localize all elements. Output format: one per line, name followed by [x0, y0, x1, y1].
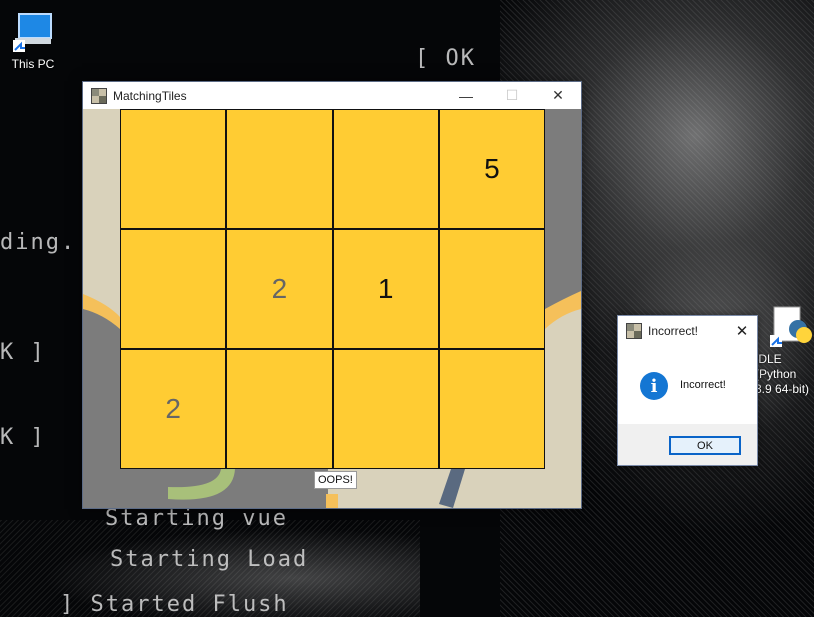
wallpaper-text-line: K ]: [0, 340, 46, 365]
ok-button[interactable]: OK: [669, 436, 741, 455]
dialog-body: i Incorrect!: [618, 346, 757, 424]
desktop-icon-label: This PC: [11, 57, 55, 71]
wallpaper-text-line: ding.: [0, 230, 77, 255]
status-label: OOPS!: [314, 471, 357, 489]
matching-tiles-window: MatchingTiles — ☐ ✕ 5 2 1 2 OOPS!: [82, 81, 582, 509]
minimize-button[interactable]: —: [443, 82, 489, 109]
dialog-footer: OK: [618, 424, 757, 465]
window-titlebar[interactable]: MatchingTiles — ☐ ✕: [83, 82, 581, 109]
wallpaper-text-line: ] Started Flush: [60, 592, 289, 617]
tile[interactable]: [439, 350, 544, 468]
tile[interactable]: [333, 110, 438, 228]
tile[interactable]: [227, 350, 332, 468]
desktop-icon-label: IDLE (Python 3.9 64-bit): [755, 352, 810, 396]
wallpaper-text-line: Starting Load: [110, 547, 309, 572]
tile[interactable]: [439, 230, 544, 348]
dialog-message: Incorrect!: [680, 379, 726, 391]
tile[interactable]: 1: [333, 230, 438, 348]
info-icon: i: [640, 372, 668, 400]
maximize-button[interactable]: ☐: [489, 82, 535, 109]
tile[interactable]: [121, 110, 226, 228]
tile[interactable]: 2: [121, 350, 226, 468]
app-icon: [91, 87, 107, 104]
tile-grid: 5 2 1 2: [120, 109, 545, 469]
dialog-titlebar[interactable]: Incorrect! ✕: [618, 316, 757, 346]
incorrect-dialog: Incorrect! ✕ i Incorrect! OK: [617, 315, 758, 466]
tile[interactable]: [227, 110, 332, 228]
close-button[interactable]: ✕: [535, 82, 581, 109]
tile[interactable]: 2: [227, 230, 332, 348]
window-title: MatchingTiles: [113, 88, 187, 103]
wallpaper-text-line: [ OK: [415, 46, 476, 71]
wallpaper-text-line: Starting vue: [105, 506, 288, 531]
desktop-icon-this-pc[interactable]: This PC: [8, 10, 58, 71]
tile[interactable]: [121, 230, 226, 348]
app-icon: [626, 323, 642, 339]
tile[interactable]: [333, 350, 438, 468]
computer-icon: [13, 13, 52, 52]
dialog-title: Incorrect!: [648, 324, 699, 338]
game-canvas: 5 2 1 2 OOPS!: [83, 109, 581, 508]
dialog-close-button[interactable]: ✕: [727, 316, 757, 346]
tile[interactable]: 5: [439, 110, 544, 228]
wallpaper-text-line: K ]: [0, 425, 46, 450]
python-icon: [770, 306, 812, 347]
desktop-icon-idle-python[interactable]: IDLE (Python 3.9 64-bit): [755, 305, 814, 397]
